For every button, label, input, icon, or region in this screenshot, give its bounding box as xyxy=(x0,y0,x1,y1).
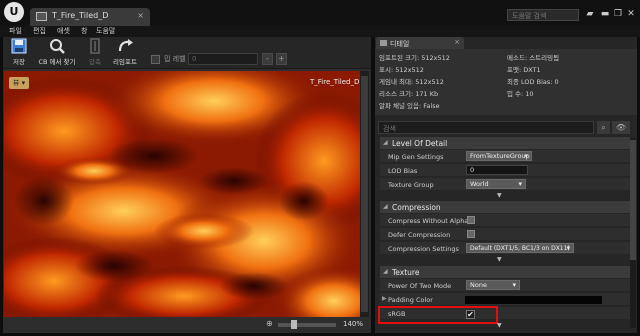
details-tab[interactable]: 디테일 × xyxy=(376,37,464,49)
expand-padding-icon[interactable]: ▶ xyxy=(382,295,387,302)
info-mip-count: 밉 수: 10 xyxy=(507,90,534,98)
close-details-tab-icon[interactable]: × xyxy=(454,38,460,46)
category-compression[interactable]: Compression xyxy=(380,201,630,213)
info-format: 포맷: DXT1 xyxy=(507,66,541,74)
prop-mip-gen-label: Mip Gen Settings xyxy=(388,153,444,161)
prop-padding-color-label: Padding Color xyxy=(388,296,433,304)
details-search-input[interactable]: 검색 xyxy=(378,121,594,134)
document-tab[interactable]: T_Fire_Tiled_D × xyxy=(30,8,150,26)
category-compression-title: Compression xyxy=(392,203,441,212)
texture-asset-icon xyxy=(36,12,47,21)
details-tab-label: 디테일 xyxy=(390,40,410,48)
texture-group-combo[interactable]: World xyxy=(466,179,526,189)
texture-name-overlay: T_Fire_Tiled_D xyxy=(310,78,360,86)
zoom-slider[interactable] xyxy=(278,323,336,327)
help-search-input[interactable]: 도움말 검색 xyxy=(507,9,579,21)
fire-texture-image xyxy=(4,71,369,317)
info-imported-size: 임포트된 크기: 512x512 xyxy=(379,54,450,62)
compress-button[interactable]: 압축 xyxy=(84,38,106,68)
expand-advanced-icon[interactable]: ▼ xyxy=(497,256,502,263)
mip-increase-button[interactable]: + xyxy=(276,53,287,65)
compress-icon xyxy=(90,38,100,54)
menu-window[interactable]: 창 xyxy=(81,26,87,37)
reimport-button[interactable]: 리임포트 xyxy=(110,38,140,68)
close-tab-icon[interactable]: × xyxy=(137,11,144,20)
mip-level-label: 밉 레벨 xyxy=(164,55,186,63)
reimport-label: 리임포트 xyxy=(113,58,137,66)
mip-level-input[interactable]: 0 xyxy=(188,53,258,65)
details-scrollbar-thumb[interactable] xyxy=(630,140,636,260)
menu-file[interactable]: 파일 xyxy=(9,26,22,37)
mip-decrease-button[interactable]: - xyxy=(262,53,273,65)
mip-level-checkbox[interactable] xyxy=(151,55,160,64)
prop-lod-bias-label: LOD Bias xyxy=(388,167,418,175)
menu-help[interactable]: 도움말 xyxy=(96,26,115,37)
document-tab-label: T_Fire_Tiled_D xyxy=(52,11,109,20)
defer-compression-checkbox[interactable] xyxy=(467,230,475,238)
srgb-highlight-box xyxy=(378,306,498,324)
prop-texture-group-label: Texture Group xyxy=(388,181,434,189)
category-lod-title: Level Of Detail xyxy=(392,139,448,148)
lod-bias-input[interactable]: 0 xyxy=(466,165,528,175)
mip-gen-settings-combo[interactable]: FromTextureGroup xyxy=(466,151,532,161)
info-method: 메소드: 스트리밍됨 xyxy=(507,54,560,62)
save-icon xyxy=(11,38,27,54)
prop-compression-settings-label: Compression Settings xyxy=(388,245,459,253)
padding-color-swatch[interactable] xyxy=(465,296,602,304)
reimport-icon xyxy=(118,39,133,52)
save-label: 저장 xyxy=(13,58,25,66)
close-window-button[interactable]: ✕ xyxy=(624,8,638,20)
zoom-value: 140% xyxy=(343,320,364,328)
view-options-eye-icon[interactable]: 👁 xyxy=(612,121,630,134)
info-lod-bias: 최종 LOD Bias: 0 xyxy=(507,78,559,86)
info-resource-size: 리소스 크기: 171 Kb xyxy=(379,90,439,98)
find-in-content-browser-button[interactable]: CB 에서 찾기 xyxy=(34,38,80,68)
menu-asset[interactable]: 애셋 xyxy=(57,26,70,37)
find-in-cb-icon xyxy=(50,39,65,54)
save-button[interactable]: 저장 xyxy=(6,38,32,68)
category-level-of-detail[interactable]: Level Of Detail xyxy=(380,137,630,149)
maximize-button[interactable]: ❐ xyxy=(611,8,625,20)
compression-settings-combo[interactable]: Default (DXT1/5, BC1/3 on DX11) xyxy=(466,243,574,253)
category-texture-title: Texture xyxy=(392,268,420,277)
info-displayed: 표시: 512x512 xyxy=(379,66,424,74)
unreal-logo-icon: U xyxy=(4,2,24,22)
minimize-button[interactable]: ▬ xyxy=(598,8,612,20)
power-of-two-mode-combo[interactable]: None xyxy=(466,280,520,290)
compress-label: 압축 xyxy=(89,58,101,66)
compress-without-alpha-checkbox[interactable] xyxy=(467,216,475,224)
info-has-alpha: 알파 채널 있음: False xyxy=(379,102,440,110)
prop-compress-without-alpha-label: Compress Without Alpha xyxy=(388,217,469,225)
zoom-slider-thumb[interactable] xyxy=(291,320,297,329)
menu-edit[interactable]: 편집 xyxy=(33,26,46,37)
search-icon[interactable]: ⌕ xyxy=(597,121,610,134)
zoom-icon: ⊕ xyxy=(266,319,273,328)
prop-defer-compression-label: Defer Compression xyxy=(388,231,451,239)
category-texture[interactable]: Texture xyxy=(380,266,630,278)
texture-viewport[interactable] xyxy=(4,71,369,317)
chat-icon[interactable]: ▰ xyxy=(583,8,597,20)
info-max-ingame: 게임내 최대: 512x512 xyxy=(379,78,444,86)
prop-power-of-two-label: Power Of Two Mode xyxy=(388,282,452,290)
find-in-cb-label: CB 에서 찾기 xyxy=(38,58,76,66)
expand-advanced-icon[interactable]: ▼ xyxy=(497,192,502,199)
viewport-scrollbar-thumb[interactable] xyxy=(361,76,368,312)
view-options-button[interactable]: 뷰 ▾ xyxy=(9,77,29,89)
expand-advanced-icon[interactable]: ▼ xyxy=(497,322,502,329)
